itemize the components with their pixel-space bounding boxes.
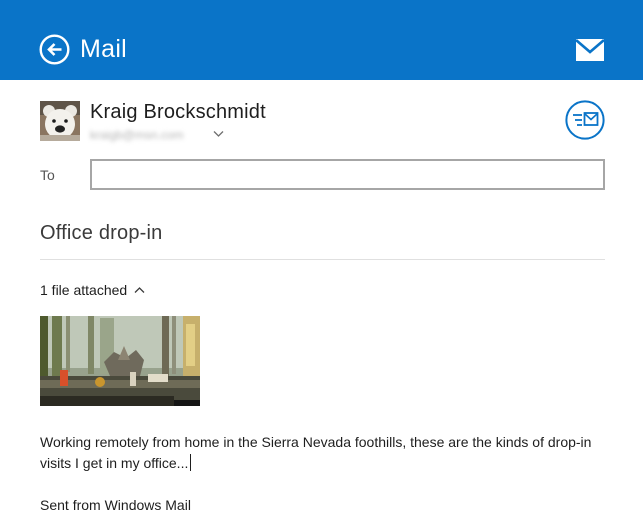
message-body-text: Working remotely from home in the Sierra… — [40, 434, 592, 471]
send-envelope-icon[interactable] — [576, 39, 604, 61]
teddy-bear-avatar-icon — [40, 101, 80, 141]
app-title: Mail — [80, 35, 128, 63]
compose-mail-window: Mail Kraig Brockschmidt kraigb@msn.com T… — [0, 0, 643, 521]
sender-name: Kraig Brockschmidt — [90, 101, 266, 123]
avatar — [40, 101, 80, 141]
attachments-toggle[interactable]: 1 file attached — [40, 281, 145, 299]
app-header: Mail — [0, 0, 643, 80]
attachment-thumbnail[interactable] — [40, 316, 200, 406]
subject-field[interactable]: Office drop-in — [40, 220, 163, 246]
attachments-toggle-label: 1 file attached — [40, 282, 128, 298]
message-body[interactable]: Working remotely from home in the Sierra… — [40, 432, 610, 474]
back-arrow-icon[interactable] — [39, 34, 70, 65]
to-field[interactable] — [90, 159, 605, 190]
sender-email[interactable]: kraigb@msn.com — [90, 127, 184, 143]
chevron-up-icon — [134, 287, 145, 293]
message-signature[interactable]: Sent from Windows Mail — [40, 496, 191, 514]
mail-options-icon[interactable] — [565, 100, 605, 140]
to-label: To — [40, 167, 55, 183]
chevron-down-icon[interactable] — [213, 130, 224, 138]
text-cursor — [190, 454, 192, 471]
attached-photo — [40, 316, 200, 406]
subject-divider — [40, 259, 605, 260]
